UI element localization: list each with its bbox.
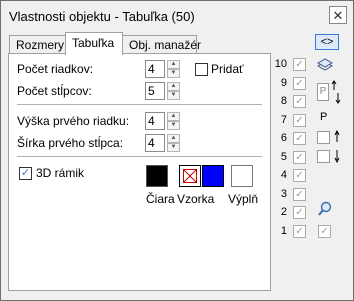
pattern-color-swatch[interactable] (202, 165, 224, 187)
row-checkbox[interactable]: ✓ (293, 225, 306, 238)
first-col-width-input[interactable]: 4 (145, 134, 165, 152)
rows-label: Počet riadkov: (17, 62, 94, 76)
row-number: 6 (280, 132, 287, 144)
title-bar: Vlastnosti objektu - Tabuľka (50) ✕ (1, 1, 353, 31)
spin-down-icon[interactable]: ▼ (167, 91, 180, 100)
pattern-label: Vzorka (177, 192, 215, 206)
swap-label: <> (320, 36, 334, 48)
move-down-icon[interactable] (317, 148, 341, 164)
row-checkbox[interactable]: ✓ (293, 151, 306, 164)
table-panel: Počet riadkov: 4 ▲ ▼ Pridať Počet stĺpco… (8, 53, 271, 291)
line-color-swatch[interactable] (146, 165, 168, 187)
checkmark-icon: ✓ (20, 167, 31, 179)
separator (17, 104, 262, 105)
cols-stepper[interactable]: ▲ ▼ (167, 82, 180, 100)
row-checkbox[interactable]: ✓ (293, 132, 306, 145)
row-checkbox[interactable]: ✓ (293, 58, 306, 71)
row-checkbox[interactable]: ✓ (293, 169, 306, 182)
close-icon: ✕ (332, 8, 344, 23)
row-number: 3 (280, 188, 287, 200)
rows-stepper[interactable]: ▲ ▼ (167, 60, 180, 78)
row-checkbox[interactable]: ✓ (293, 95, 306, 108)
first-row-height-input[interactable]: 4 (145, 112, 165, 130)
first-row-height-label: Výška prvého riadku: (17, 114, 130, 128)
row-checkbox[interactable]: ✓ (293, 206, 306, 219)
row-checkbox[interactable]: ✓ (293, 77, 306, 90)
line-label: Čiara (146, 192, 175, 206)
row-number: 2 (280, 206, 287, 218)
spin-up-icon[interactable]: ▲ (167, 82, 180, 91)
p-box: P (317, 83, 329, 101)
row-number: 1 (280, 225, 287, 237)
first-col-width-stepper[interactable]: ▲ ▼ (167, 134, 180, 152)
cols-label: Počet stĺpcov: (17, 84, 92, 98)
separator (17, 156, 262, 157)
cols-input[interactable]: 5 (145, 82, 165, 100)
pattern-none-swatch[interactable] (179, 165, 201, 187)
first-col-width-label: Šírka prvého stĺpca: (17, 136, 124, 150)
row-number: 5 (280, 151, 287, 163)
spin-down-icon[interactable]: ▼ (167, 143, 180, 152)
first-row-height-stepper[interactable]: ▲ ▼ (167, 112, 180, 130)
add-label: Pridať (211, 62, 244, 76)
row-number: 7 (280, 114, 287, 126)
row-number: 9 (280, 77, 287, 89)
frame3d-checkbox[interactable]: ✓ (19, 167, 32, 180)
window-title: Vlastnosti objektu - Tabuľka (50) (9, 9, 195, 24)
no-pattern-icon (183, 169, 197, 183)
insert-row-up-icon[interactable]: P (317, 79, 341, 105)
swap-button[interactable]: <> (315, 34, 339, 50)
properties-dialog: Vlastnosti objektu - Tabuľka (50) ✕ Rozm… (0, 0, 354, 301)
row-checkbox[interactable]: ✓ (293, 114, 306, 127)
spin-down-icon[interactable]: ▼ (167, 69, 180, 78)
add-checkbox[interactable] (195, 63, 208, 76)
close-button[interactable]: ✕ (329, 6, 347, 24)
magnifier-icon[interactable] (317, 201, 333, 217)
spin-up-icon[interactable]: ▲ (167, 134, 180, 143)
move-up-icon[interactable] (317, 129, 341, 145)
frame3d-label: 3D rámik (36, 166, 85, 180)
spin-up-icon[interactable]: ▲ (167, 60, 180, 69)
tab-rozmery[interactable]: Rozmery (9, 35, 66, 54)
layers-icon[interactable] (315, 56, 335, 72)
spin-up-icon[interactable]: ▲ (167, 112, 180, 121)
tab-tabulka[interactable]: Tabuľka (65, 32, 123, 55)
fill-color-swatch[interactable] (231, 165, 253, 187)
row-number: 8 (280, 95, 287, 107)
spin-down-icon[interactable]: ▼ (167, 121, 180, 130)
rows-input[interactable]: 4 (145, 60, 165, 78)
row-number: 10 (274, 58, 287, 70)
row-number: 4 (280, 169, 287, 181)
fill-label: Výplň (228, 192, 259, 206)
row-checkbox[interactable]: ✓ (293, 188, 306, 201)
p-label: P (320, 111, 328, 123)
tab-obj-manazer[interactable]: Obj. manažér (122, 35, 201, 54)
all-rows-checkbox[interactable]: ✓ (318, 225, 331, 238)
